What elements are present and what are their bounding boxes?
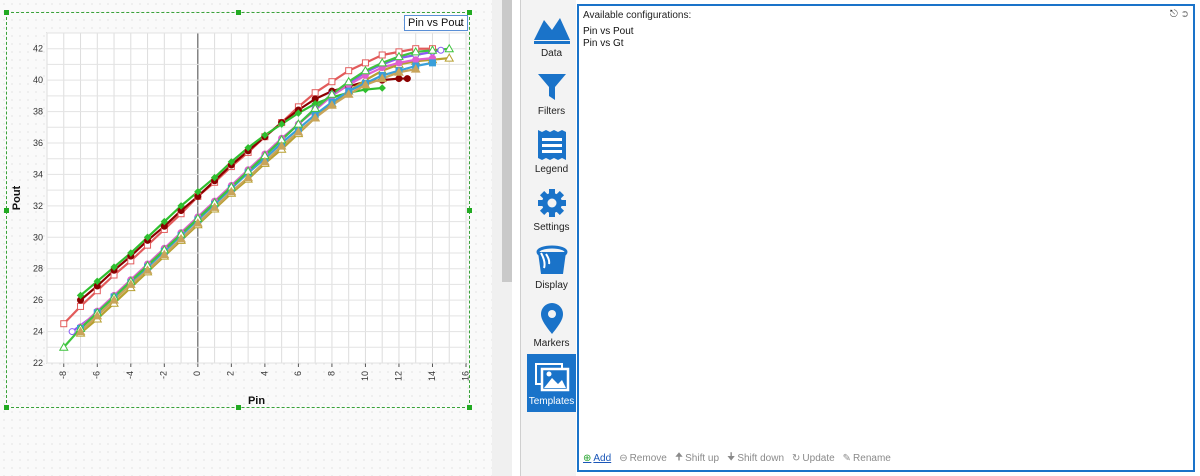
x-tick-label: -4 [125,371,135,379]
chart-panel: -8 -6 -4 -2 0 2 4 6 8 10 12 14 16 22 24 26 28 30 32 34 36 38 4… [0,0,492,476]
rename-button[interactable]: ✎ Rename [843,453,891,464]
x-tick-label: 10 [360,371,370,381]
data-point-1 [403,75,411,83]
rename-label: Rename [853,453,891,464]
remove-label: Remove [629,453,667,464]
x-tick-label: 16 [460,371,470,381]
nav-item-filters[interactable]: Filters [527,64,576,122]
list-item[interactable]: Pin vs Pout [583,26,634,38]
templates-toolbar: ⊕ Add ⊖ Remove 🠉 Shift up 🠋 Shift down ↻… [583,450,891,467]
x-tick-label: 4 [259,371,269,376]
x-tick-label: -2 [159,371,169,379]
y-tick-label: 36 [33,138,43,148]
x-tick-label: 0 [192,371,202,376]
update-button[interactable]: ↻ Update [792,453,835,464]
data-point-1 [395,75,403,83]
y-tick-label: 42 [33,44,43,54]
nav-item-legend[interactable]: Legend [527,122,576,180]
templates-pane: Available configurations: ⎋ ➲ Pin vs Pou… [577,4,1195,472]
nav-item-label: Legend [534,164,569,175]
arrow-up-icon: 🠉 [674,452,684,463]
chart-config-select[interactable]: Pin vs Pout ⌄ [404,15,468,31]
shift-down-button[interactable]: 🠋 Shift down [727,450,784,467]
y-tick-label: 34 [33,169,43,179]
update-label: Update [802,453,835,464]
data-point-0 [77,302,85,310]
nav-item-data[interactable]: Data [527,6,576,64]
data-point-6 [428,59,436,67]
templates-header: Available configurations: [583,10,692,21]
templates-list: Pin vs Pout Pin vs Gt [583,26,634,50]
images-icon [534,363,569,392]
funnel-icon [537,74,566,100]
chart-config-select-value: Pin vs Pout [408,17,464,29]
nav-item-label: Settings [533,222,570,233]
shift-up-label: Shift up [685,453,720,464]
data-point-5 [395,59,403,67]
data-point-0 [311,89,319,97]
chevron-down-icon: ⌄ [456,18,464,28]
chart-plot: -8 -6 -4 -2 0 2 4 6 8 10 12 14 162224262830323436384… [11,32,470,407]
plot-area [46,32,467,364]
gear-icon [537,189,566,217]
y-tick-label: 38 [33,107,43,117]
plus-circle-icon: ⊕ [583,453,592,464]
data-point-0 [328,78,336,86]
shift-down-label: Shift down [737,453,785,464]
splitter-scroll-thumb[interactable] [502,0,512,282]
y-axis-label: Pout [11,185,23,210]
x-tick-label: -8 [58,371,68,379]
y-tick-label: 22 [33,358,43,368]
y-tick-label: 28 [33,264,43,274]
x-axis-label: Pin [248,395,265,407]
header-icons: ⎋ ➲ [1170,9,1189,20]
y-tick-label: 30 [33,232,43,242]
export-icon[interactable]: ➲ [1181,9,1189,20]
side-nav: Data Filters Legend Settings Display Mar… [521,0,576,476]
data-point-0 [361,59,369,67]
x-tick-label: 14 [427,371,437,381]
nav-item-label: Data [540,48,563,59]
y-tick-label: 26 [33,295,43,305]
list-item[interactable]: Pin vs Gt [583,38,634,50]
arrow-down-icon: 🠋 [727,452,736,463]
remove-button[interactable]: ⊖ Remove [619,453,667,464]
refresh-icon: ↻ [792,453,801,464]
nav-item-label: Filters [537,106,566,117]
data-point-4 [68,328,76,336]
data-point-0 [60,320,68,328]
x-tick-label: 8 [326,371,336,376]
x-tick-label: 6 [293,371,303,376]
x-tick-label: 12 [393,371,403,381]
list-icon [537,130,566,160]
nav-item-label: Markers [533,338,570,349]
nav-item-templates[interactable]: Templates [527,354,576,412]
add-button[interactable]: ⊕ Add [583,453,611,464]
add-label: Add [593,453,612,464]
data-point-0 [345,67,353,75]
map-pin-icon [540,303,563,334]
minus-circle-icon: ⊖ [619,453,628,464]
nav-item-markers[interactable]: Markers [527,296,576,354]
x-tick-label: -6 [92,371,102,379]
y-tick-label: 40 [33,75,43,85]
y-tick-label: 24 [33,327,43,337]
nav-item-settings[interactable]: Settings [527,180,576,238]
x-tick-label: 2 [226,371,236,376]
pencil-icon: ✎ [842,453,852,464]
y-tick-label: 32 [33,201,43,211]
paint-bucket-icon [536,245,567,274]
mountains-icon [533,18,570,44]
import-icon[interactable]: ⎋ [1170,9,1178,20]
nav-item-label: Templates [528,396,575,407]
data-point-4 [437,46,445,54]
data-point-5 [412,56,420,64]
nav-item-display[interactable]: Display [527,238,576,296]
nav-item-label: Display [535,280,568,291]
shift-up-button[interactable]: 🠉 Shift up [675,450,719,467]
data-point-0 [378,51,386,59]
